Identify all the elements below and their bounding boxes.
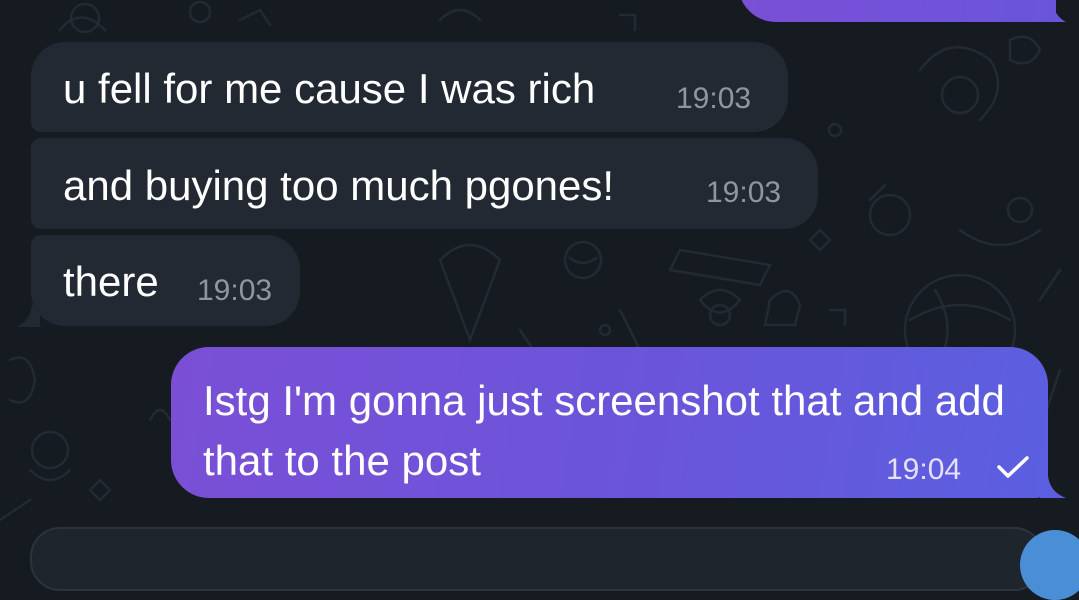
message-input-bar[interactable] [30, 527, 1044, 591]
message-text: and buying too much pgones! [63, 162, 615, 209]
message-time: 19:03 [706, 176, 782, 209]
outgoing-bubble-tail [1040, 476, 1066, 498]
message-text: there [63, 258, 159, 305]
outgoing-message-bubble[interactable]: Istg I'm gonna just screenshot that and … [171, 347, 1048, 498]
message-time: 19:03 [676, 82, 752, 115]
incoming-message-bubble[interactable]: and buying too much pgones! 19:03 [31, 138, 818, 229]
message-time: 19:03 [197, 274, 273, 307]
send-button[interactable] [1020, 530, 1079, 600]
sent-check-icon [997, 456, 1029, 478]
incoming-message-bubble[interactable]: there 19:03 [31, 235, 300, 326]
previous-bubble-tail [1046, 0, 1066, 22]
incoming-message-bubble[interactable]: u fell for me cause I was rich 19:03 [31, 42, 788, 132]
message-time: 19:04 [886, 453, 962, 486]
incoming-bubble-tail [16, 305, 40, 327]
message-text: u fell for me cause I was rich [63, 65, 596, 112]
previous-outgoing-bubble [738, 0, 1056, 22]
